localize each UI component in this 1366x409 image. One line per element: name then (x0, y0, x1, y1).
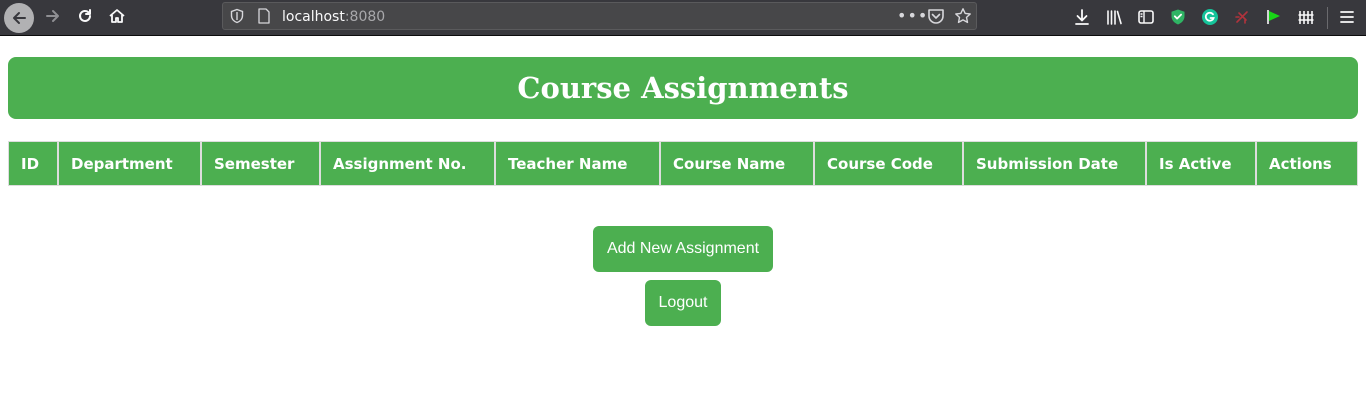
grammarly-icon[interactable] (1199, 6, 1221, 28)
assignments-table: ID Department Semester Assignment No. Te… (8, 141, 1358, 186)
page-icon[interactable] (257, 8, 271, 29)
downloads-icon[interactable] (1071, 6, 1093, 28)
column-header-semester[interactable]: Semester (201, 141, 320, 186)
forward-button[interactable] (37, 2, 69, 34)
pocket-icon[interactable] (927, 8, 945, 30)
column-header-department[interactable]: Department (58, 141, 201, 186)
reload-icon (76, 7, 94, 30)
browser-toolbar: localhost:8080 ••• (0, 0, 1366, 36)
column-header-teacher-name[interactable]: Teacher Name (495, 141, 660, 186)
assignments-table-container: ID Department Semester Assignment No. Te… (8, 141, 1358, 186)
page-header: Course Assignments (8, 57, 1358, 119)
extension-shield-icon[interactable] (1167, 6, 1189, 28)
extension-flag-icon[interactable] (1263, 6, 1285, 28)
column-header-course-code[interactable]: Course Code (814, 141, 963, 186)
column-header-submission-date[interactable]: Submission Date (963, 141, 1146, 186)
more-dots-icon[interactable]: ••• (897, 6, 928, 25)
url-bar[interactable]: localhost:8080 ••• (222, 2, 977, 30)
tracking-shield-icon[interactable] (229, 8, 245, 29)
column-header-course-name[interactable]: Course Name (660, 141, 814, 186)
table-header-row: ID Department Semester Assignment No. Te… (8, 141, 1358, 186)
column-header-id[interactable]: ID (8, 141, 58, 186)
back-button[interactable] (3, 2, 35, 34)
url-host: localhost (282, 9, 345, 25)
forward-arrow-icon (44, 7, 62, 30)
menu-icon[interactable] (1336, 6, 1358, 28)
add-new-assignment-button[interactable]: Add New Assignment (593, 226, 773, 272)
toolbar-divider (1327, 7, 1328, 29)
extension-disabled-icon[interactable] (1231, 6, 1253, 28)
column-header-actions[interactable]: Actions (1256, 141, 1358, 186)
column-header-assignment-no[interactable]: Assignment No. (320, 141, 495, 186)
sidebar-icon[interactable] (1135, 6, 1157, 28)
home-icon (108, 7, 126, 30)
library-icon[interactable] (1103, 6, 1125, 28)
reload-button[interactable] (69, 2, 101, 34)
extension-fence-icon[interactable] (1295, 6, 1317, 28)
url-text[interactable]: localhost:8080 (282, 9, 385, 25)
logout-button[interactable]: Logout (645, 280, 721, 326)
home-button[interactable] (101, 2, 133, 34)
bookmark-star-icon[interactable] (954, 7, 972, 30)
page-title: Course Assignments (517, 71, 849, 105)
url-port: :8080 (344, 9, 386, 25)
back-arrow-icon (4, 3, 34, 33)
column-header-is-active[interactable]: Is Active (1146, 141, 1256, 186)
